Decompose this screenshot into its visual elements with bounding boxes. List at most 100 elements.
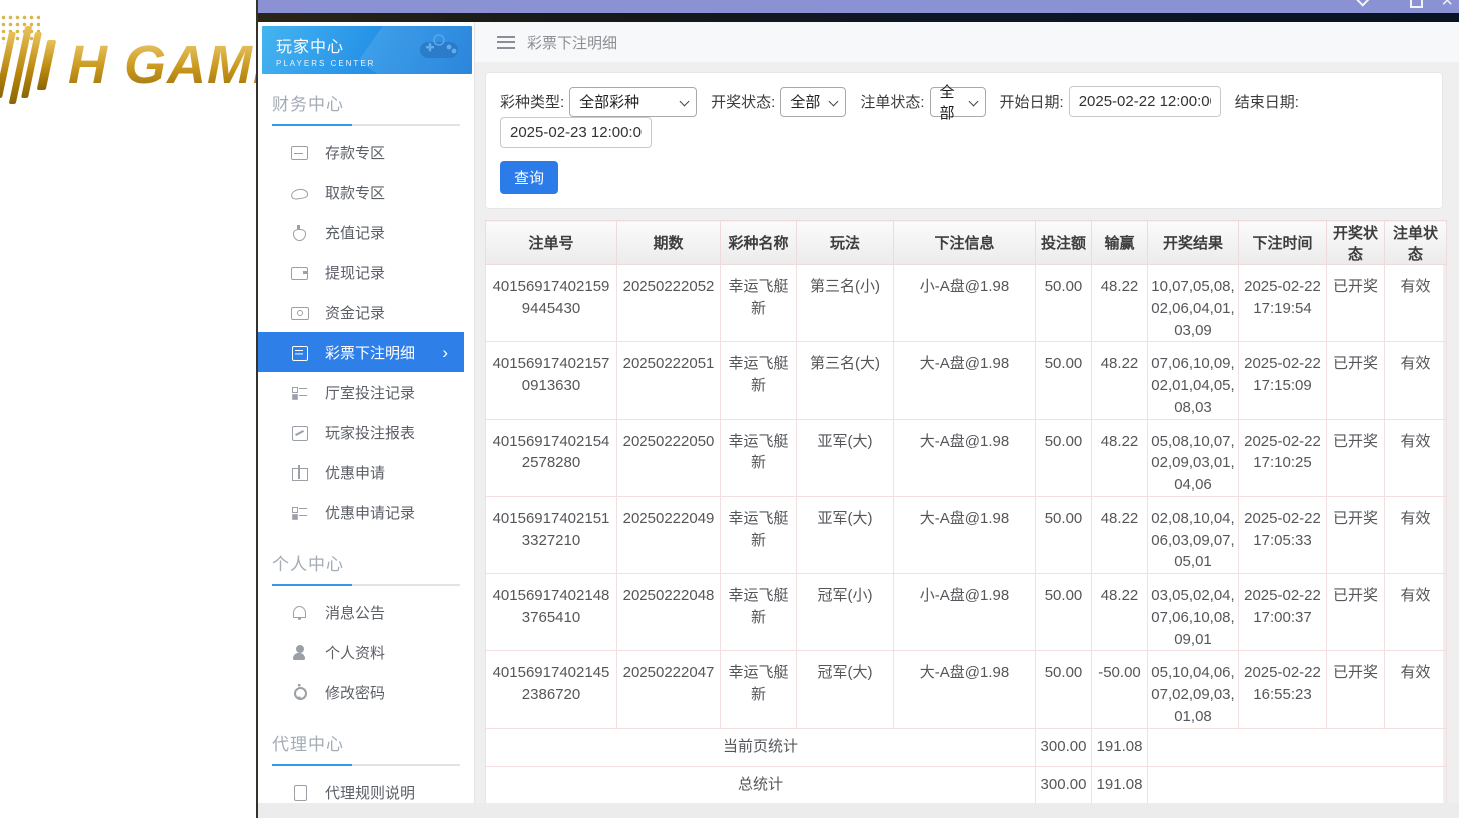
lottery-type-value: 全部彩种 (579, 94, 640, 111)
table-row: 401569174021599445430 20250222052 幸运飞艇新 … (485, 263, 1447, 343)
menu-item-icon (291, 384, 308, 401)
cell-bet-info: 大-A盘@1.98 (893, 341, 1036, 420)
column-header: 开奖状态 (1326, 220, 1385, 265)
draw-status-value: 全部 (790, 94, 821, 111)
cell-win-loss: 48.22 (1091, 572, 1148, 652)
brand-area: H GAME (0, 0, 256, 818)
sidebar-item[interactable]: 修改密码 › (258, 672, 474, 712)
cell-amount: 50.00 (1035, 495, 1092, 575)
cell-bet-time: 2025-02-22 17:05:33 (1238, 495, 1327, 575)
logo-bars-icon (0, 14, 64, 104)
cell-lottery: 幸运飞艇新 (720, 650, 797, 729)
cell-result: 05,10,04,06,07,02,09,03,01,08 (1147, 650, 1239, 729)
sidebar: 玩家中心 PLAYERS CENTER 财务中心 存款专区 取款专区 充值记录 … (258, 22, 475, 818)
cell-draw-status: 已开奖 (1326, 650, 1385, 729)
sidebar-header-title: 玩家中心 (276, 39, 345, 56)
menu-item-label: 修改密码 (325, 684, 386, 702)
menu-item-icon (291, 464, 308, 481)
sidebar-item[interactable]: 优惠申请 › (258, 452, 474, 492)
total-summary-row: 总统计 300.00 191.08 (485, 765, 1447, 805)
hamburger-menu-icon[interactable] (497, 35, 515, 49)
column-header: 下注信息 (893, 220, 1036, 265)
sidebar-item[interactable]: 优惠申请记录 › (258, 492, 474, 532)
menu-item-icon (291, 304, 309, 321)
sidebar-item[interactable]: 资金记录 › (258, 292, 474, 332)
cell-play: 亚军(大) (796, 418, 894, 497)
cell-play: 亚军(大) (796, 495, 894, 575)
cell-lottery: 幸运飞艇新 (720, 341, 797, 420)
cell-win-loss: -50.00 (1091, 650, 1148, 729)
summary-empty (1147, 765, 1447, 805)
section-divider (272, 124, 460, 126)
cell-result: 10,07,05,08,02,06,04,01,03,09 (1147, 263, 1239, 343)
cell-bet-time: 2025-02-22 17:10:25 (1238, 418, 1327, 497)
order-status-select[interactable]: 全部 (929, 84, 986, 122)
logo-text: H GAME (68, 34, 256, 96)
cell-bet-info: 大-A盘@1.98 (893, 650, 1036, 729)
cell-draw-status: 已开奖 (1326, 495, 1385, 575)
menu-item-label: 代理规则说明 (325, 784, 416, 802)
sidebar-item[interactable]: 玩家投注报表 › (258, 412, 474, 452)
sidebar-item[interactable]: 彩票下注明细 › (258, 332, 464, 372)
section-divider (272, 584, 460, 586)
window-maximize-icon[interactable] (1410, 0, 1423, 8)
cell-win-loss: 48.22 (1091, 418, 1148, 497)
start-date-input[interactable] (1068, 86, 1221, 117)
table-row: 401569174021513327210 20250222049 幸运飞艇新 … (485, 495, 1447, 575)
sidebar-item[interactable]: 提现记录 › (258, 252, 474, 292)
cell-bet-info: 小-A盘@1.98 (893, 572, 1036, 652)
cell-order-id: 401569174021570913630 (485, 341, 617, 420)
window-close-icon[interactable]: × (1441, 0, 1453, 11)
sidebar-item[interactable]: 取款专区 › (258, 172, 474, 212)
sidebar-item[interactable]: 厅室投注记录 › (258, 372, 474, 412)
end-date-input[interactable] (500, 117, 652, 148)
menu-item-label: 消息公告 (325, 604, 386, 622)
cell-bet-time: 2025-02-22 17:19:54 (1238, 263, 1327, 343)
bets-table-card: 注单号 期数 彩种名称 玩法 下注信息 投注额 输赢 开奖结果 下注时间 开奖状态 注单状态 401… (485, 220, 1447, 805)
menu-item-icon (291, 644, 308, 661)
cell-amount: 50.00 (1035, 572, 1092, 652)
sidebar-item[interactable]: 个人资料 › (258, 632, 474, 672)
menu-item-label: 彩票下注明细 (325, 344, 416, 362)
sidebar-item[interactable]: 消息公告 › (258, 592, 474, 632)
cell-order-id: 401569174021513327210 (485, 495, 617, 575)
section-title: 财务中心 (272, 95, 344, 114)
cell-lottery: 幸运飞艇新 (720, 572, 797, 652)
summary-amount: 300.00 (1035, 765, 1092, 805)
cell-play: 冠军(小) (796, 572, 894, 652)
menu-item-label: 存款专区 (325, 144, 386, 162)
cell-amount: 50.00 (1035, 263, 1092, 343)
cell-bet-time: 2025-02-22 17:15:09 (1238, 341, 1327, 420)
column-header: 开奖结果 (1147, 220, 1239, 265)
menu-item-icon (291, 224, 308, 241)
search-button[interactable]: 查询 (500, 161, 558, 194)
sidebar-item[interactable]: 充值记录 › (258, 212, 474, 252)
menu-item-icon (291, 504, 308, 521)
menu-item-label: 提现记录 (325, 264, 386, 282)
cell-period: 20250222050 (616, 418, 721, 497)
cell-period: 20250222051 (616, 341, 721, 420)
table-row: 401569174021452386720 20250222047 幸运飞艇新 … (485, 650, 1447, 729)
window-top-border (258, 13, 1459, 22)
table-row: 401569174021483765410 20250222048 幸运飞艇新 … (485, 572, 1447, 652)
menu-list: 消息公告 › 个人资料 › 修改密码 › (258, 592, 474, 712)
cell-order-status: 有效 (1384, 572, 1447, 652)
cell-bet-time: 2025-02-22 16:55:23 (1238, 650, 1327, 729)
column-header: 玩法 (796, 220, 894, 265)
cell-amount: 50.00 (1035, 341, 1092, 420)
sidebar-section-personal: 个人中心 消息公告 › 个人资料 › (258, 534, 474, 714)
sidebar-item[interactable]: 存款专区 › (258, 132, 474, 172)
lottery-type-select[interactable]: 全部彩种 (569, 86, 698, 117)
menu-list: 存款专区 › 取款专区 › 充值记录 › 提现记录 (258, 132, 474, 532)
table-header-row: 注单号 期数 彩种名称 玩法 下注信息 投注额 输赢 开奖结果 下注时间 开奖状态 注单状态 (485, 220, 1447, 265)
column-header: 下注时间 (1238, 220, 1327, 265)
order-status-value: 全部 (939, 83, 955, 122)
draw-status-select[interactable]: 全部 (780, 86, 847, 117)
window-minimize-icon[interactable] (1356, 0, 1370, 7)
section-title: 代理中心 (272, 735, 344, 754)
cell-period: 20250222048 (616, 572, 721, 652)
cell-order-id: 401569174021483765410 (485, 572, 617, 652)
cell-win-loss: 48.22 (1091, 341, 1148, 420)
chevron-down-icon (828, 96, 839, 106)
cell-order-id: 401569174021599445430 (485, 263, 617, 343)
